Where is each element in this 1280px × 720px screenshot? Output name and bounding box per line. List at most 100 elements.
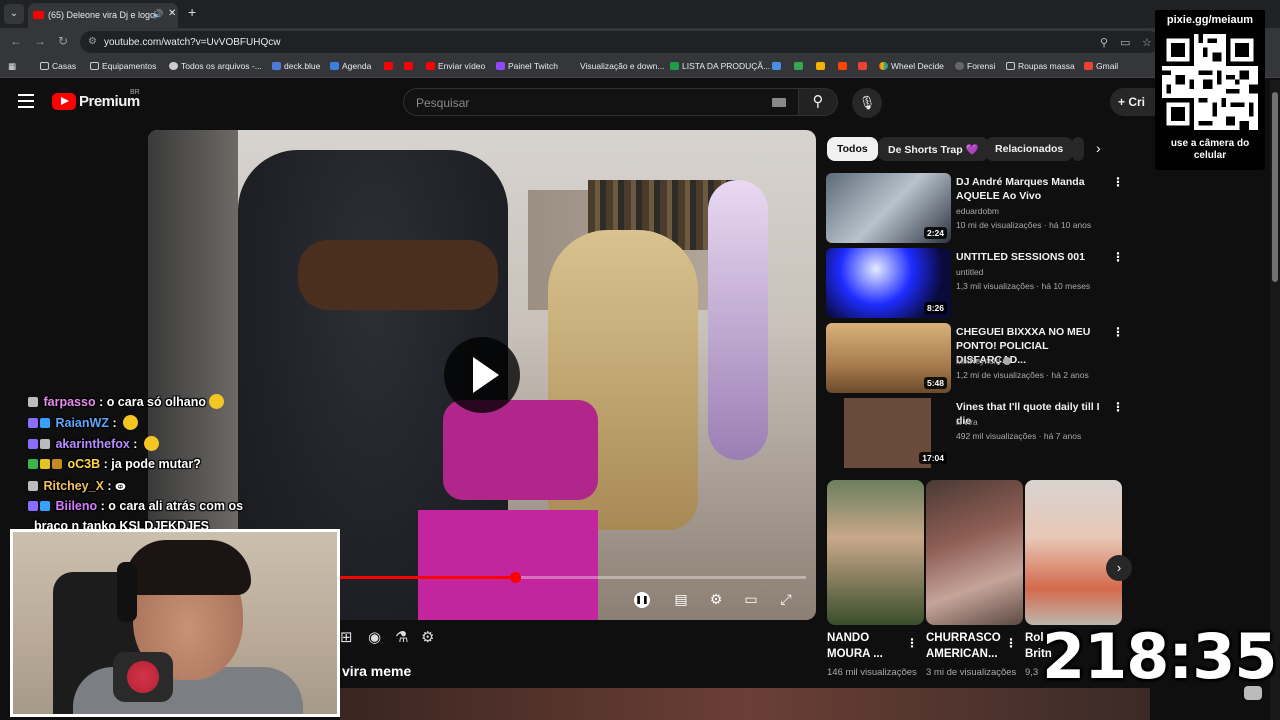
bookmark-item[interactable]: Roupas massa: [1006, 61, 1075, 71]
bookmark-item[interactable]: Equipamentos: [90, 61, 156, 71]
bookmark-favicon-icon: [858, 62, 867, 70]
browser-tabbar: ⌄ (65) Deleone vira Dj e logo 🔊 ✕ +: [0, 0, 1280, 28]
youtube-logo-icon[interactable]: [52, 93, 76, 110]
microphone-icon: 🎙: [858, 95, 876, 110]
more-options-icon[interactable]: ⋮: [1112, 250, 1124, 264]
bookmark-item[interactable]: Casas: [40, 61, 76, 71]
video-title[interactable]: UNTITLED SESSIONS 001: [956, 250, 1111, 264]
video-thumbnail[interactable]: 2:24: [826, 173, 951, 243]
youtube-bookmark-icon[interactable]: [384, 61, 396, 71]
chip-next-partial[interactable]: [1072, 137, 1084, 161]
chat-username: akarinthefox: [55, 437, 130, 451]
short-thumbnail[interactable]: [827, 480, 924, 625]
video-title[interactable]: Vines that I'll quote daily till I die: [956, 400, 1111, 428]
scrollbar-thumb[interactable]: [1272, 92, 1278, 282]
badge-icon: [52, 459, 62, 469]
bookmark-item[interactable]: LISTA DA PRODUÇÃ...: [670, 61, 770, 71]
bookmark-item[interactable]: Gmail: [1084, 61, 1118, 71]
address-bar[interactable]: ⚙ youtube.com/watch?v=UvVOBFUHQcw ⚲ ▭ ☆: [80, 31, 1160, 53]
bookmark-item[interactable]: Todos os arquivos -...: [169, 61, 262, 71]
misc-bookmark-icon[interactable]: [772, 61, 784, 71]
lab-flask-icon[interactable]: ⚗: [395, 628, 408, 646]
chip-todos[interactable]: Todos: [827, 137, 878, 161]
subtitles-icon[interactable]: ▤: [670, 591, 692, 608]
video-thumbnail[interactable]: 17:04: [826, 398, 951, 468]
qr-url: pixie.gg/meiaum: [1166, 14, 1254, 26]
more-options-icon[interactable]: ⋮: [1005, 636, 1017, 650]
misc-bookmark-icon[interactable]: [816, 61, 828, 71]
short-thumbnail[interactable]: [926, 480, 1023, 625]
channel-name[interactable]: eduardobm: [956, 206, 999, 216]
search-button[interactable]: ⚲: [798, 88, 838, 116]
miniplayer-icon[interactable]: ▭: [740, 591, 762, 608]
short-thumbnail[interactable]: [1025, 480, 1122, 625]
apps-icon[interactable]: ▦: [8, 61, 16, 72]
back-icon[interactable]: ←: [10, 34, 22, 48]
settings-gear-icon[interactable]: ⚙: [705, 591, 727, 608]
forensi-icon: [955, 62, 964, 70]
chevron-right-icon[interactable]: ›: [1096, 140, 1101, 156]
menu-icon[interactable]: [18, 94, 34, 108]
recommendation-item[interactable]: 2:24 DJ André Marques Manda AQUELE Ao Vi…: [826, 173, 1126, 245]
misc-bookmark-icon[interactable]: [858, 61, 870, 71]
bookmark-item[interactable]: Visualização e down...: [580, 61, 664, 71]
forward-icon[interactable]: →: [34, 34, 46, 48]
bookmark-item[interactable]: Wheel Decide: [879, 61, 944, 71]
bookmark-favicon-icon: [816, 62, 825, 70]
new-tab-icon[interactable]: +: [188, 4, 196, 20]
screenshot-camera-icon[interactable]: ◉: [368, 628, 381, 646]
more-options-icon[interactable]: ⋮: [1112, 325, 1124, 339]
channel-name[interactable]: lil vira: [956, 417, 978, 427]
fullscreen-icon[interactable]: ⤢: [775, 591, 797, 608]
more-options-icon[interactable]: ⋮: [1112, 400, 1124, 414]
cast-icon[interactable]: ▭: [1120, 36, 1130, 49]
video-thumbnail[interactable]: 5:48: [826, 323, 951, 393]
audio-playing-icon[interactable]: 🔊: [152, 9, 163, 20]
chip-relacionados[interactable]: Relacionados: [985, 137, 1074, 161]
recommendation-item[interactable]: 8:26 UNTITLED SESSIONS 001 untitled 1,3 …: [826, 248, 1126, 320]
browser-tab-active[interactable]: (65) Deleone vira Dj e logo 🔊 ✕: [28, 3, 178, 28]
channel-name[interactable]: MixReynold: [956, 356, 1012, 366]
youtube-icon: [426, 62, 435, 70]
wheel-icon: [879, 62, 888, 70]
recommendation-item[interactable]: 5:48 CHEGUEI BIXXXA NO MEU PONTO! POLICI…: [826, 323, 1126, 395]
youtube-favicon-icon: [33, 11, 44, 19]
emoji-icon: [123, 415, 139, 430]
short-title[interactable]: NANDO MOURA ...: [827, 630, 907, 662]
video-meta: 1,3 mil visualizações · há 10 meses: [956, 281, 1091, 291]
keyboard-icon[interactable]: [772, 98, 786, 107]
close-tab-icon[interactable]: ✕: [168, 8, 176, 19]
reload-icon[interactable]: ↻: [58, 34, 68, 48]
play-button[interactable]: [444, 337, 520, 413]
bookmark-item[interactable]: Agenda: [330, 61, 371, 71]
misc-bookmark-icon[interactable]: [838, 61, 850, 71]
zoom-icon[interactable]: ⚲: [1100, 36, 1108, 49]
channel-name[interactable]: untitled: [956, 267, 983, 277]
short-title[interactable]: CHURRASCO AMERICAN...: [926, 630, 1006, 662]
bookmark-item[interactable]: Forensi: [955, 61, 995, 71]
video-title[interactable]: DJ André Marques Manda AQUELE Ao Vivo: [956, 175, 1111, 203]
bookmark-item[interactable]: deck.blue: [272, 61, 320, 71]
gear-icon[interactable]: ⚙: [421, 628, 434, 646]
video-thumbnail[interactable]: 8:26: [826, 248, 951, 318]
voice-search-button[interactable]: 🎙: [852, 88, 882, 118]
bookmark-item[interactable]: Painel Twitch: [496, 61, 558, 71]
search-input[interactable]: Pesquisar: [403, 88, 799, 116]
recommendation-item[interactable]: 17:04 Vines that I'll quote daily till I…: [826, 398, 1126, 470]
autoplay-toggle-icon[interactable]: ❚❚: [634, 592, 650, 608]
bookmark-item[interactable]: Enviar vídeo: [426, 61, 485, 71]
bookmark-star-icon[interactable]: ☆: [1142, 36, 1152, 49]
chip-shorts-trap[interactable]: De Shorts Trap 💜: [878, 137, 989, 161]
screen: ⌄ (65) Deleone vira Dj e logo 🔊 ✕ + ← → …: [0, 0, 1280, 720]
misc-bookmark-icon[interactable]: [794, 61, 806, 71]
more-options-icon[interactable]: ⋮: [1112, 175, 1124, 189]
clip-icon[interactable]: ⊞: [340, 628, 353, 646]
browser-toolbar: ← → ↻ ⚙ youtube.com/watch?v=UvVOBFUHQcw …: [0, 28, 1280, 56]
site-info-icon[interactable]: ⚙: [88, 36, 97, 47]
shorts-next-icon[interactable]: ›: [1106, 555, 1132, 581]
youtube-icon: [404, 62, 413, 70]
more-options-icon[interactable]: ⋮: [906, 636, 918, 650]
youtube-bookmark-icon[interactable]: [404, 61, 416, 71]
tab-search-icon[interactable]: ⌄: [4, 4, 24, 24]
video-title: vira meme: [342, 663, 412, 679]
